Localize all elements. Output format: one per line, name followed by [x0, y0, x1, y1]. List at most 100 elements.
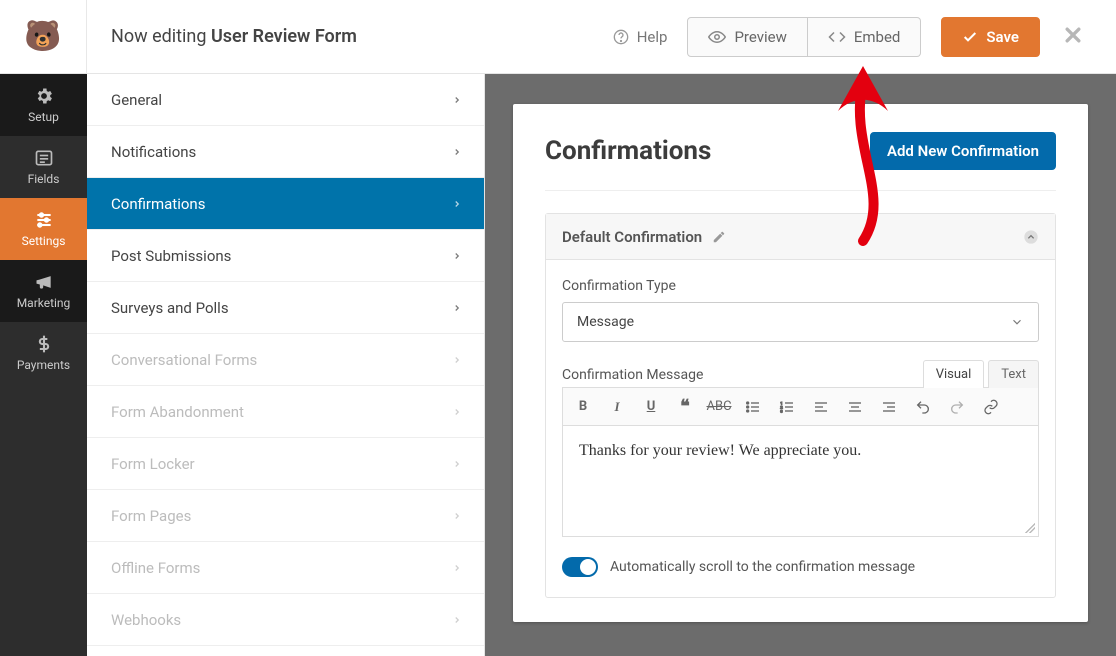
help-button[interactable]: Help	[593, 17, 688, 57]
chevron-right-icon	[452, 509, 462, 523]
close-button[interactable]	[1054, 25, 1092, 49]
card-header: Confirmations Add New Confirmation	[545, 132, 1056, 170]
bullhorn-icon	[34, 272, 54, 292]
eye-icon	[708, 28, 726, 46]
sidebar-item-conversational[interactable]: Conversational Forms	[87, 334, 484, 386]
panel-header[interactable]: Default Confirmation	[546, 214, 1055, 260]
confirmation-type-select[interactable]: Message	[562, 302, 1039, 342]
topbar: 🐻 Now editing User Review Form Help Prev…	[0, 0, 1116, 74]
left-rail: Setup Fields Settings Marketing Payments	[0, 74, 87, 656]
sidebar-item-label: Notifications	[111, 143, 196, 161]
save-button[interactable]: Save	[941, 17, 1040, 57]
embed-label: Embed	[854, 28, 901, 46]
chevron-right-icon	[452, 301, 462, 315]
editing-label: Now editing User Review Form	[87, 26, 357, 47]
sidebar-item-surveys[interactable]: Surveys and Polls	[87, 282, 484, 334]
sidebar-item-abandonment[interactable]: Form Abandonment	[87, 386, 484, 438]
message-text: Thanks for your review! We appreciate yo…	[579, 442, 861, 459]
sidebar-item-confirmations[interactable]: Confirmations	[87, 178, 484, 230]
chevron-down-icon	[1010, 315, 1024, 329]
rail-fields[interactable]: Fields	[0, 136, 87, 198]
sidebar-item-label: Conversational Forms	[111, 351, 257, 369]
sidebar-item-pages[interactable]: Form Pages	[87, 490, 484, 542]
list-icon	[34, 148, 54, 168]
sidebar-item-label: Post Submissions	[111, 247, 231, 265]
dollar-icon	[34, 334, 54, 354]
divider	[545, 190, 1056, 191]
message-editor[interactable]: Thanks for your review! We appreciate yo…	[562, 425, 1039, 537]
chevron-right-icon	[452, 249, 462, 263]
sidebar-item-locker[interactable]: Form Locker	[87, 438, 484, 490]
strike-button[interactable]: ABC	[707, 395, 731, 419]
bold-button[interactable]: B	[571, 395, 595, 419]
top-actions: Help Preview Embed Save	[593, 17, 1116, 57]
svg-text:3: 3	[780, 408, 782, 413]
auto-scroll-toggle[interactable]	[562, 557, 598, 577]
chevron-right-icon	[452, 457, 462, 471]
redo-button[interactable]	[945, 395, 969, 419]
confirmation-type-label: Confirmation Type	[562, 278, 1039, 294]
rail-setup[interactable]: Setup	[0, 74, 87, 136]
editor-toolbar: B I U ❝ ABC 123	[562, 387, 1039, 425]
chevron-right-icon	[452, 561, 462, 575]
sidebar-item-label: Surveys and Polls	[111, 299, 229, 317]
sidebar-item-offline[interactable]: Offline Forms	[87, 542, 484, 594]
confirmation-panel: Default Confirmation Confirmation Type M…	[545, 213, 1056, 598]
sliders-icon	[34, 210, 54, 230]
pencil-icon[interactable]	[712, 230, 726, 244]
chevron-right-icon	[452, 405, 462, 419]
sidebar-item-label: Offline Forms	[111, 559, 200, 577]
tab-text[interactable]: Text	[988, 360, 1039, 388]
add-confirmation-button[interactable]: Add New Confirmation	[870, 132, 1056, 170]
undo-button[interactable]	[911, 395, 935, 419]
tab-visual[interactable]: Visual	[923, 360, 985, 388]
quote-button[interactable]: ❝	[673, 395, 697, 419]
align-right-button[interactable]	[877, 395, 901, 419]
bear-icon: 🐻	[17, 11, 69, 63]
check-icon	[962, 29, 978, 45]
sidebar-item-general[interactable]: General	[87, 74, 484, 126]
main-canvas: Confirmations Add New Confirmation Defau…	[485, 74, 1116, 656]
page-title: Confirmations	[545, 136, 711, 166]
settings-sidebar: General Notifications Confirmations Post…	[87, 74, 485, 656]
sidebar-item-label: Webhooks	[111, 611, 181, 629]
rail-settings[interactable]: Settings	[0, 198, 87, 260]
auto-scroll-label: Automatically scroll to the confirmation…	[610, 559, 915, 575]
sidebar-item-notifications[interactable]: Notifications	[87, 126, 484, 178]
number-list-button[interactable]: 123	[775, 395, 799, 419]
rail-payments[interactable]: Payments	[0, 322, 87, 384]
preview-button[interactable]: Preview	[687, 17, 807, 57]
italic-button[interactable]: I	[605, 395, 629, 419]
rail-marketing[interactable]: Marketing	[0, 260, 87, 322]
sidebar-item-label: Confirmations	[111, 195, 205, 213]
app-logo: 🐻	[0, 0, 87, 73]
underline-button[interactable]: U	[639, 395, 663, 419]
resize-grip[interactable]	[1025, 523, 1035, 533]
editor-tabs: Visual Text	[923, 360, 1039, 388]
help-icon	[613, 29, 629, 45]
save-label: Save	[986, 28, 1019, 46]
panel-body: Confirmation Type Message Confirmation M…	[546, 260, 1055, 597]
sidebar-item-label: Form Abandonment	[111, 403, 244, 421]
chevron-up-icon[interactable]	[1023, 229, 1039, 245]
code-icon	[828, 28, 846, 46]
chevron-right-icon	[452, 613, 462, 627]
confirmations-card: Confirmations Add New Confirmation Defau…	[513, 104, 1088, 622]
sidebar-item-post-submissions[interactable]: Post Submissions	[87, 230, 484, 282]
align-center-button[interactable]	[843, 395, 867, 419]
preview-label: Preview	[734, 28, 786, 46]
panel-title: Default Confirmation	[562, 228, 702, 246]
close-icon	[1063, 25, 1083, 45]
embed-button[interactable]: Embed	[808, 17, 922, 57]
align-left-button[interactable]	[809, 395, 833, 419]
rail-label: Settings	[22, 234, 66, 248]
chevron-right-icon	[452, 145, 462, 159]
link-button[interactable]	[979, 395, 1003, 419]
editing-prefix: Now editing	[111, 26, 206, 47]
auto-scroll-row: Automatically scroll to the confirmation…	[562, 557, 1039, 577]
confirmation-message-label: Confirmation Message	[562, 367, 703, 383]
bullet-list-button[interactable]	[741, 395, 765, 419]
help-label: Help	[637, 28, 668, 46]
rail-label: Setup	[28, 110, 59, 124]
sidebar-item-webhooks[interactable]: Webhooks	[87, 594, 484, 646]
